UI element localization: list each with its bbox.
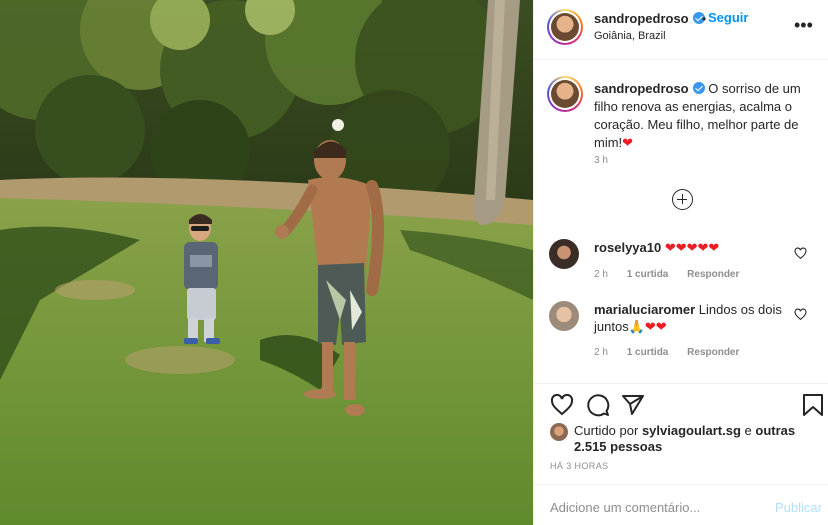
reply-button[interactable]: Responder bbox=[687, 347, 739, 358]
comment-time[interactable]: 2 h bbox=[594, 347, 608, 358]
share-paper-plane-icon[interactable] bbox=[621, 393, 645, 417]
actions-divider bbox=[534, 383, 828, 384]
caption-timestamp[interactable]: 3 h bbox=[594, 155, 608, 166]
post-photo-image bbox=[0, 0, 533, 525]
author-username[interactable]: sandropedroso bbox=[594, 11, 705, 26]
comment-item: marialuciaromer Lindos os dois juntos🙏❤❤… bbox=[534, 298, 828, 358]
caption-text: sandropedroso O sorriso de um filho reno… bbox=[594, 80, 816, 152]
like-comment-heart-icon[interactable] bbox=[794, 308, 807, 321]
comment-emoji: 🙏❤❤ bbox=[628, 319, 667, 334]
like-comment-heart-icon[interactable] bbox=[794, 247, 807, 260]
commenter-username[interactable]: marialuciaromer bbox=[594, 302, 695, 317]
comment-body: ❤❤❤❤❤ bbox=[664, 240, 720, 255]
caption-username[interactable]: sandropedroso bbox=[594, 81, 689, 96]
likes-prefix: Curtido por bbox=[574, 423, 639, 438]
plus-circle-icon[interactable] bbox=[672, 189, 693, 210]
comment-input[interactable]: Adicione um comentário... bbox=[550, 500, 700, 515]
liker-username[interactable]: sylviagoulart.sg bbox=[642, 423, 741, 438]
likes-and: e bbox=[744, 423, 752, 438]
add-comment-bar: Adicione um comentário... Publicar bbox=[534, 484, 828, 525]
more-options-icon[interactable]: ••• bbox=[794, 16, 813, 34]
separator-dot: • bbox=[702, 12, 707, 26]
liker-avatar[interactable] bbox=[550, 423, 568, 441]
likes-text: Curtido por sylviagoulart.sg e outras 2.… bbox=[574, 423, 820, 455]
caption-avatar[interactable] bbox=[547, 76, 583, 112]
post-side-panel: sandropedroso • Seguir Goiânia, Brazil •… bbox=[533, 0, 828, 525]
like-heart-icon[interactable] bbox=[550, 393, 574, 417]
reply-button[interactable]: Responder bbox=[687, 269, 739, 280]
post-location[interactable]: Goiânia, Brazil bbox=[594, 30, 666, 42]
post-photo[interactable] bbox=[0, 0, 533, 525]
comment-likes[interactable]: 1 curtida bbox=[627, 269, 669, 280]
commenter-avatar[interactable] bbox=[549, 301, 579, 331]
post-header: sandropedroso • Seguir Goiânia, Brazil •… bbox=[534, 0, 828, 60]
comment-text: marialuciaromer Lindos os dois juntos🙏❤❤ bbox=[594, 301, 794, 335]
commenter-avatar[interactable] bbox=[549, 239, 579, 269]
comment-meta: 2 h 1 curtida Responder bbox=[594, 269, 739, 280]
comment-likes[interactable]: 1 curtida bbox=[627, 347, 669, 358]
comment-time[interactable]: 2 h bbox=[594, 269, 608, 280]
save-bookmark-icon[interactable] bbox=[802, 393, 824, 417]
comment-text: roselyya10 ❤❤❤❤❤ bbox=[594, 239, 794, 256]
comment-item: roselyya10 ❤❤❤❤❤ 2 h 1 curtida Responder bbox=[534, 236, 828, 296]
author-avatar[interactable] bbox=[547, 9, 583, 45]
caption-heart-emoji: ❤ bbox=[622, 135, 634, 150]
comment-meta: 2 h 1 curtida Responder bbox=[594, 347, 739, 358]
follow-button[interactable]: Seguir bbox=[708, 10, 748, 25]
verified-badge-icon bbox=[692, 82, 705, 94]
publish-button[interactable]: Publicar bbox=[775, 500, 822, 515]
commenter-username[interactable]: roselyya10 bbox=[594, 240, 661, 255]
post-age[interactable]: HÁ 3 HORAS bbox=[550, 461, 609, 471]
comment-bubble-icon[interactable] bbox=[586, 393, 610, 417]
